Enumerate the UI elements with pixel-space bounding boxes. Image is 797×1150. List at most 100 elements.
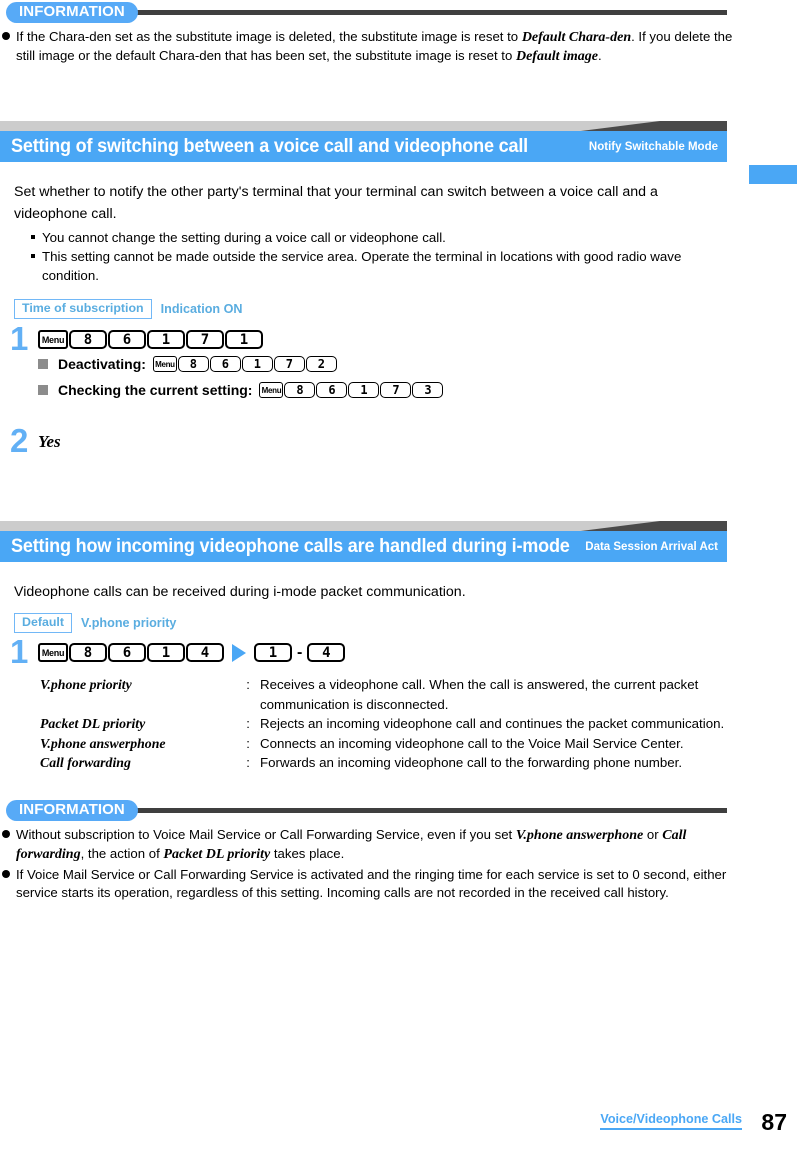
- bullet-text: You cannot change the setting during a v…: [42, 230, 446, 245]
- step-number: 1: [10, 320, 29, 357]
- bullet-text: This setting cannot be made outside the …: [42, 249, 682, 283]
- information-text-0: If the Chara-den set as the substitute i…: [16, 29, 733, 64]
- key-1: 1: [348, 382, 380, 398]
- tag-value: V.phone priority: [81, 616, 177, 630]
- key-sequence: Menu 8 6 1 4: [38, 643, 224, 662]
- option-row: Packet DL priority : Rejects an incoming…: [40, 714, 730, 734]
- key-menu: Menu: [38, 330, 68, 349]
- option-desc: Receives a videophone call. When the cal…: [260, 677, 699, 712]
- section-title-bar: Setting how incoming videophone calls ar…: [0, 531, 727, 562]
- key-sequence: Menu 8 6 1 7 3: [259, 382, 444, 398]
- option-desc: Connects an incoming videophone call to …: [260, 735, 684, 751]
- key-1: 1: [241, 356, 273, 372]
- option-desc: Forwards an incoming videophone call to …: [260, 755, 683, 770]
- key-8: 8: [69, 643, 107, 662]
- section1-bullets: You cannot change the setting during a v…: [29, 228, 719, 285]
- bullet-square-icon: [31, 254, 35, 258]
- emphasis-text: Default image: [515, 48, 598, 64]
- key-sequence: Menu 8 6 1 7 2: [152, 356, 337, 372]
- information-block-bottom: INFORMATION Without subscription to Voic…: [0, 800, 797, 901]
- option-colon: :: [246, 716, 250, 731]
- emphasis-text: V.phone answerphone: [515, 828, 644, 843]
- step-body: Menu 8 6 1 7 1 Deactivating: Menu 8 6 1 7 2 Checki…: [38, 330, 740, 398]
- range-dash: -: [297, 643, 303, 661]
- tag-label: Time of subscription: [14, 299, 152, 319]
- key-6: 6: [108, 330, 146, 349]
- section2-intro: Videophone calls can be received during …: [14, 584, 466, 600]
- section-decor-bar: [0, 121, 727, 131]
- key-7: 7: [186, 330, 224, 349]
- key-6: 6: [316, 382, 348, 398]
- option-row: V.phone priority : Receives a videophone…: [40, 675, 730, 714]
- list-item: If the Chara-den set as the substitute i…: [0, 28, 751, 65]
- information-rule: [130, 10, 727, 15]
- footer-chapter: Voice/Videophone Calls: [600, 1112, 742, 1130]
- section-data-session-arrival-act: Setting how incoming videophone calls ar…: [0, 521, 797, 562]
- step-subitem-checking: Checking the current setting: Menu 8 6 1 7 3: [38, 382, 740, 398]
- step-subitem-deactivating: Deactivating: Menu 8 6 1 7 2: [38, 356, 740, 372]
- key-4: 4: [307, 643, 346, 662]
- section-decor-bar: [0, 521, 727, 531]
- square-marker-icon: [38, 359, 48, 369]
- key-menu: Menu: [259, 382, 284, 398]
- section-subtitle: Data Session Arrival Act: [585, 540, 718, 553]
- information-text-0: Without subscription to Voice Mail Servi…: [16, 827, 687, 862]
- key-1: 1: [254, 643, 292, 662]
- key-menu: Menu: [152, 356, 177, 372]
- option-term: Call forwarding: [40, 755, 131, 770]
- option-term: V.phone answerphone: [40, 735, 166, 751]
- information-header: INFORMATION: [0, 800, 797, 822]
- key-range-from: 1: [254, 643, 292, 662]
- information-list-bottom: Without subscription to Voice Mail Servi…: [0, 826, 797, 901]
- key-7: 7: [273, 356, 305, 372]
- information-rule: [130, 808, 727, 813]
- information-badge: INFORMATION: [6, 2, 138, 23]
- section1-intro: Set whether to notify the other party's …: [14, 184, 658, 222]
- key-3: 3: [412, 382, 444, 398]
- section-subtitle: Notify Switchable Mode: [588, 140, 718, 153]
- key-1: 1: [225, 330, 263, 349]
- bullet-dot-icon: [2, 830, 10, 838]
- section-decor-light: [0, 121, 660, 131]
- bullet-dot-icon: [2, 32, 10, 40]
- section1-tag-row: Time of subscription Indication ON: [14, 299, 243, 319]
- option-colon: :: [246, 755, 250, 770]
- emphasis-text: Packet DL priority: [163, 846, 271, 862]
- option-colon: :: [246, 735, 250, 751]
- section1-step-1: 1 Menu 8 6 1 7 1 Deactivating: Menu 8 6 1 7 2 Chec…: [0, 322, 740, 398]
- option-row: V.phone answerphone : Connects an incomi…: [40, 734, 730, 754]
- section-title-bar: Setting of switching between a voice cal…: [0, 131, 727, 162]
- step-value: Yes: [38, 432, 61, 451]
- option-term: V.phone priority: [40, 677, 132, 692]
- key-8: 8: [284, 382, 316, 398]
- emphasis-text: Default Chara-den: [521, 30, 632, 45]
- key-8: 8: [177, 356, 209, 372]
- side-index-tab: [749, 165, 797, 184]
- section2-step-1: 1 Menu 8 6 1 4 1-4: [0, 635, 740, 668]
- step-body: Yes: [38, 432, 400, 452]
- list-item: This setting cannot be made outside the …: [29, 247, 719, 285]
- page-footer: Voice/Videophone Calls 87: [0, 1106, 797, 1136]
- key-4: 4: [186, 643, 224, 662]
- option-colon: :: [246, 677, 250, 692]
- step-number: 1: [10, 633, 29, 670]
- list-item: If Voice Mail Service or Call Forwarding…: [0, 866, 756, 901]
- section1-body: Set whether to notify the other party's …: [14, 181, 726, 285]
- information-badge: INFORMATION: [6, 800, 138, 821]
- key-7: 7: [380, 382, 412, 398]
- section-decor-light: [0, 521, 660, 531]
- tag-value: Indication ON: [160, 302, 243, 316]
- subitem-label: Deactivating:: [58, 356, 146, 372]
- key-1: 1: [147, 330, 185, 349]
- information-text-1: If Voice Mail Service or Call Forwarding…: [16, 867, 727, 900]
- section2-body: Videophone calls can be received during …: [14, 581, 726, 603]
- section-notify-switchable-mode: Setting of switching between a voice cal…: [0, 121, 797, 162]
- list-item: You cannot change the setting during a v…: [29, 228, 719, 247]
- section2-tag-row: Default V.phone priority: [14, 613, 176, 633]
- subitem-label: Checking the current setting:: [58, 382, 253, 398]
- footer-page-number: 87: [761, 1109, 787, 1135]
- key-8: 8: [69, 330, 107, 349]
- section-title: Setting how incoming videophone calls ar…: [11, 535, 570, 557]
- key-1: 1: [147, 643, 185, 662]
- key-menu: Menu: [38, 643, 68, 662]
